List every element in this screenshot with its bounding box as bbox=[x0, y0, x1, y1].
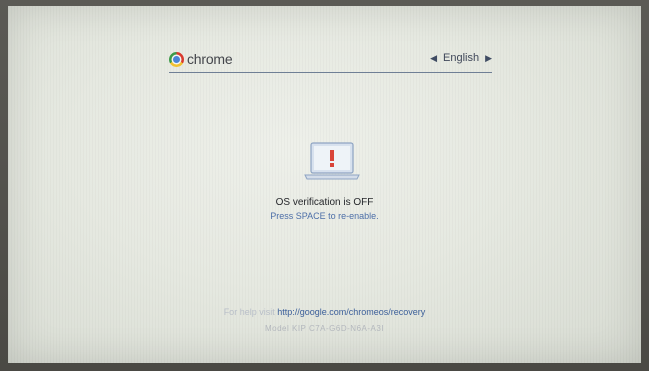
help-prefix: For help visit bbox=[223, 307, 275, 317]
arrow-left-icon[interactable]: ◀ bbox=[430, 53, 437, 64]
header-bar: chrome ◀ English ▶ bbox=[169, 48, 492, 73]
help-link[interactable]: http://google.com/chromeos/recovery bbox=[277, 307, 425, 317]
laptop-warning-icon bbox=[301, 141, 363, 183]
language-selector[interactable]: ◀ English ▶ bbox=[430, 52, 492, 64]
status-message: OS verification is OFF bbox=[275, 197, 374, 208]
language-label[interactable]: English bbox=[443, 52, 479, 64]
chrome-logo-icon bbox=[169, 51, 184, 67]
arrow-right-icon[interactable]: ▶ bbox=[485, 53, 492, 64]
status-instruction: Press SPACE to re-enable. bbox=[270, 211, 379, 221]
recovery-screen: chrome ◀ English ▶ OS verification is OF… bbox=[8, 6, 641, 363]
help-line: For help visit http://google.com/chromeo… bbox=[8, 307, 641, 317]
model-info: Model KIP C7A-G6D-N6A-A3I bbox=[264, 324, 385, 333]
brand: chrome bbox=[169, 50, 233, 68]
brand-name: chrome bbox=[187, 51, 233, 67]
